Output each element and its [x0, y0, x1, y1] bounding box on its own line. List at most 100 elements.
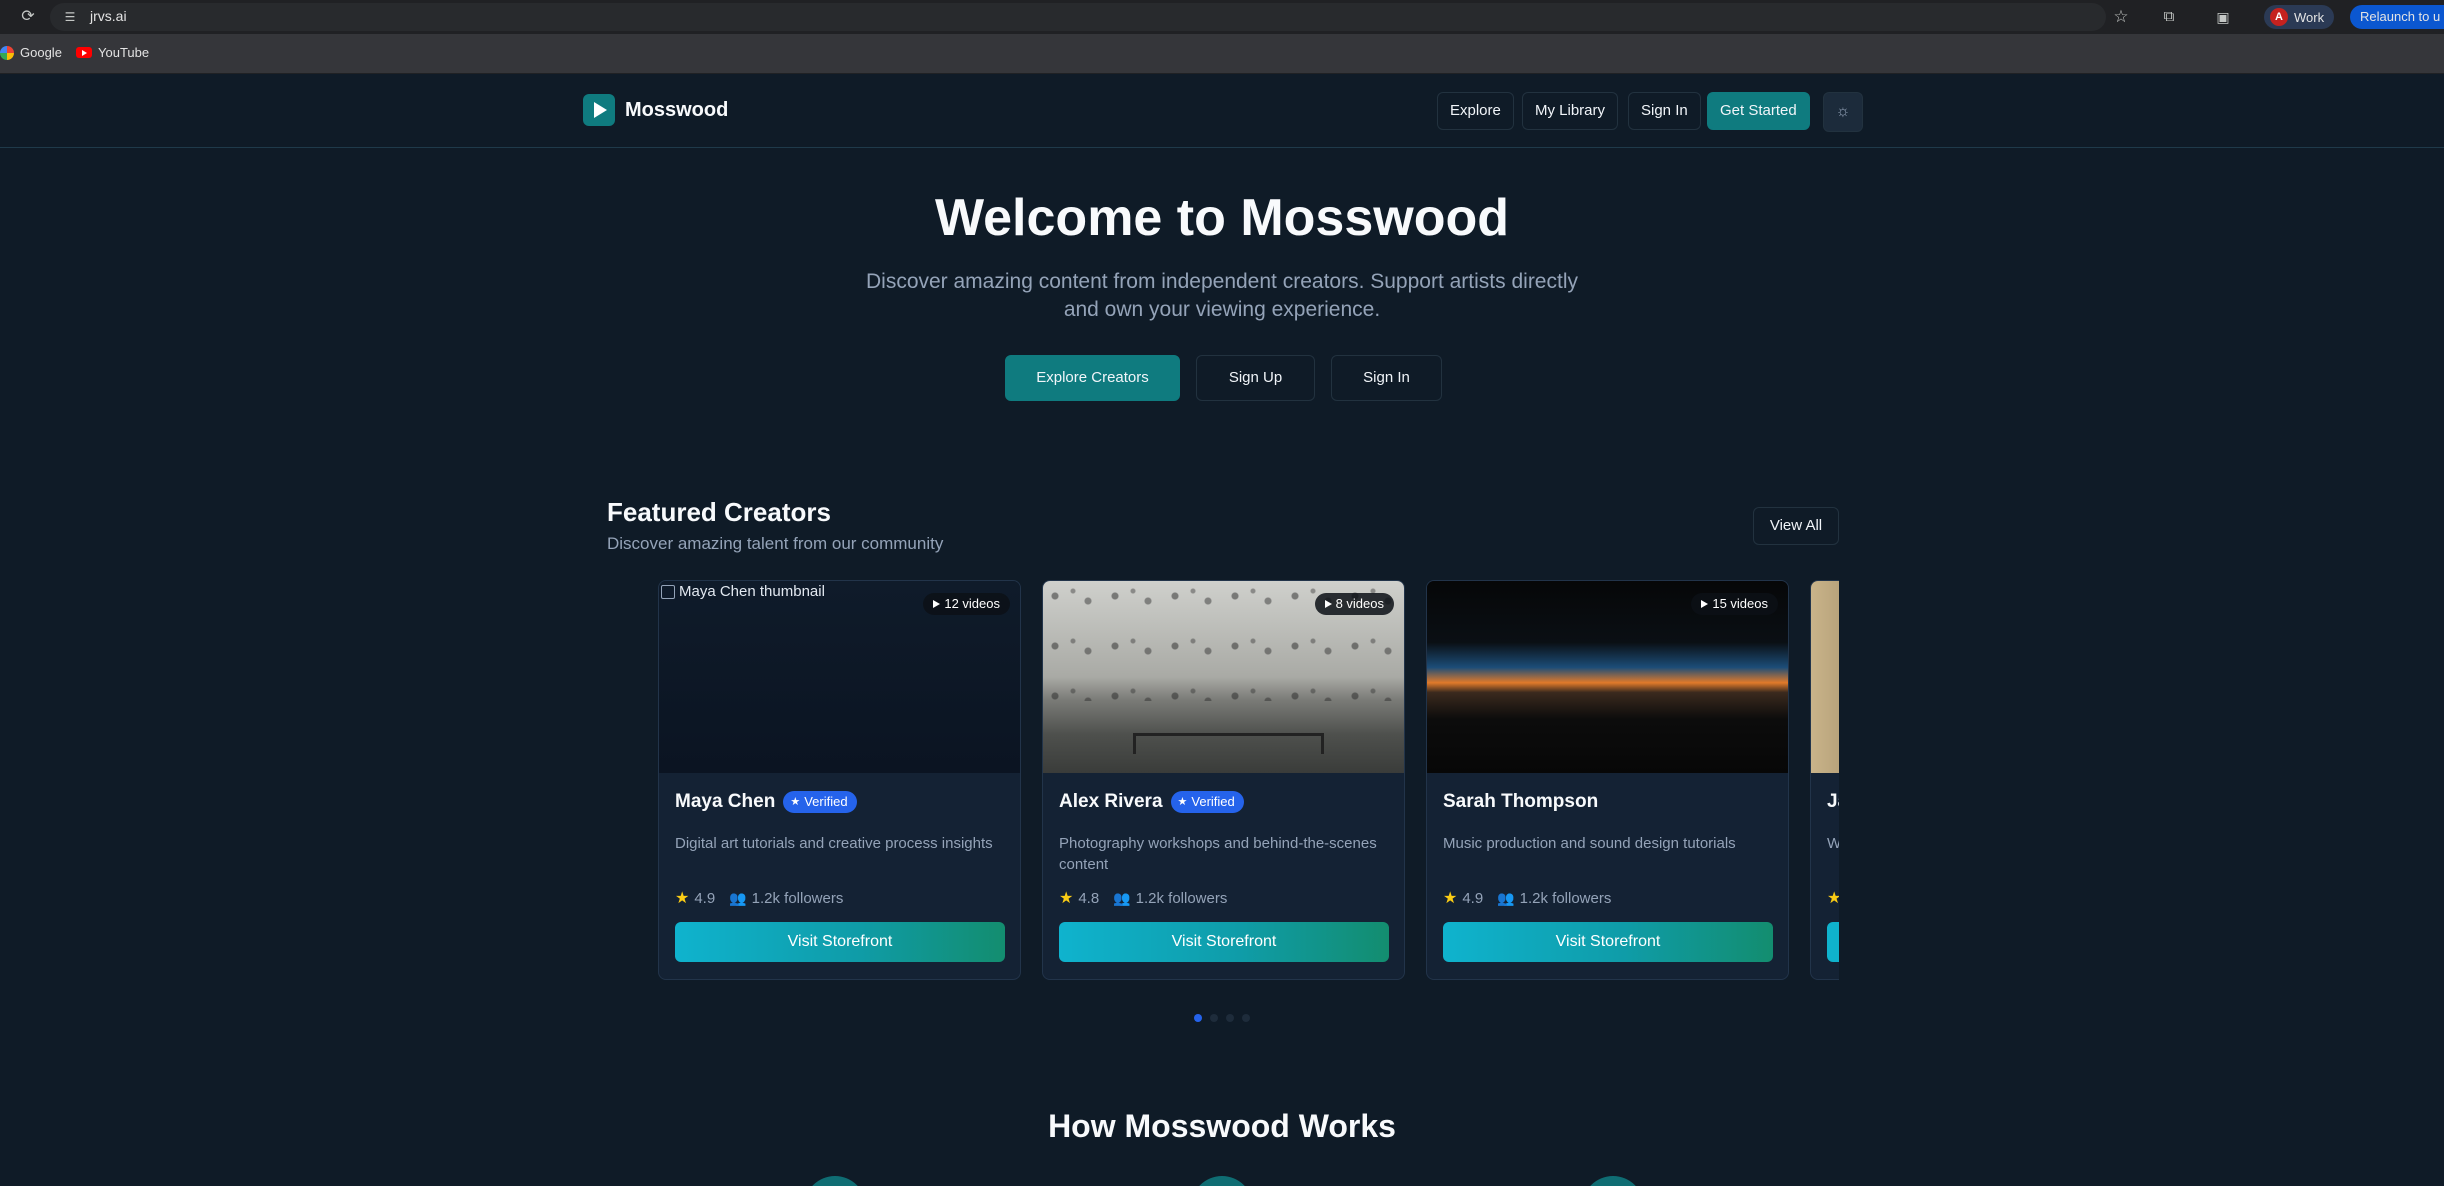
- explore-creators-button[interactable]: Explore Creators: [1005, 355, 1180, 401]
- reload-icon[interactable]: ⟳: [18, 7, 38, 27]
- video-count: 8 videos: [1335, 596, 1384, 611]
- sun-icon: ☼: [1835, 103, 1851, 120]
- bookmark-google[interactable]: Google: [0, 45, 62, 60]
- creator-stats: ★ 4.9 👥 1.2k followers: [675, 888, 843, 908]
- thumbnail-alt-label: Maya Chen thumbnail: [679, 583, 825, 600]
- verified-badge: ★ Verified: [1170, 791, 1244, 813]
- step-icon-circle: [804, 1176, 866, 1186]
- creator-card: Maya Chen thumbnail 12 videos Maya Chen …: [658, 580, 1021, 980]
- step-icon-circle: [1582, 1176, 1644, 1186]
- creator-thumbnail[interactable]: [1811, 581, 1839, 773]
- creators-carousel[interactable]: Maya Chen thumbnail 12 videos Maya Chen …: [658, 580, 1839, 980]
- thumbnail-alt-text: Maya Chen thumbnail: [661, 583, 825, 600]
- step-icon-circle: [1191, 1176, 1253, 1186]
- creator-stats: ★: [1827, 888, 1839, 908]
- video-count-badge: 15 videos: [1691, 593, 1778, 615]
- visit-storefront-button[interactable]: Visit Storefront: [1443, 922, 1773, 962]
- carousel-dot[interactable]: [1210, 1014, 1218, 1022]
- hero-sign-in-button[interactable]: Sign In: [1331, 355, 1442, 401]
- play-logo-icon: [583, 94, 615, 126]
- carousel-dot[interactable]: [1242, 1014, 1250, 1022]
- extensions-icon[interactable]: ⧉: [2158, 6, 2180, 28]
- site-info-icon[interactable]: ☰: [62, 9, 78, 25]
- hero-title: Welcome to Mosswood: [935, 189, 1509, 247]
- theme-toggle-button[interactable]: ☼: [1823, 92, 1863, 132]
- profile-avatar: A: [2270, 8, 2288, 26]
- play-icon: [1701, 600, 1709, 608]
- creator-card: Ja W ★: [1810, 580, 1839, 980]
- play-icon: [933, 600, 941, 608]
- creator-followers: 1.2k followers: [1135, 889, 1228, 907]
- rating-star-icon: ★: [1059, 890, 1074, 907]
- brand-logo[interactable]: Mosswood: [583, 94, 728, 126]
- creator-rating: 4.8: [1078, 889, 1100, 907]
- creator-thumbnail[interactable]: 15 videos: [1427, 581, 1788, 773]
- sign-up-button[interactable]: Sign Up: [1196, 355, 1315, 401]
- creator-thumbnail[interactable]: Maya Chen thumbnail 12 videos: [659, 581, 1020, 773]
- relaunch-button[interactable]: Relaunch to u: [2350, 5, 2444, 29]
- creator-rating: 4.9: [694, 889, 716, 907]
- creator-thumbnail[interactable]: 8 videos: [1043, 581, 1404, 773]
- verified-label: Verified: [804, 794, 848, 809]
- visit-storefront-button[interactable]: Visit Storefront: [675, 922, 1005, 962]
- creator-name: Ja: [1827, 791, 1839, 812]
- site-header: Mosswood Explore My Library Sign In Get …: [0, 74, 2444, 148]
- hero-subtitle: Discover amazing content from independen…: [865, 270, 1578, 321]
- featured-creators-subtitle: Discover amazing talent from our communi…: [607, 534, 944, 553]
- address-bar[interactable]: [50, 3, 2106, 31]
- rating-star-icon: ★: [1827, 888, 1839, 908]
- video-count-badge: 8 videos: [1314, 593, 1394, 615]
- video-count-badge: 12 videos: [923, 593, 1010, 615]
- featured-creators-title: Featured Creators: [607, 497, 831, 527]
- creator-name: Maya Chen: [675, 791, 776, 812]
- browser-toolbar: ⟳ ☰ jrvs.ai ☆ ⧉ ▣ A Work Relaunch to u: [0, 0, 2444, 34]
- creator-rating: 4.9: [1462, 889, 1484, 907]
- google-icon: [0, 45, 14, 60]
- creator-name: Alex Rivera: [1059, 791, 1163, 812]
- youtube-icon: [76, 47, 92, 58]
- visit-storefront-button[interactable]: Visit Storefront: [1059, 922, 1389, 962]
- rating-star-icon: ★: [1443, 890, 1458, 907]
- visit-storefront-button[interactable]: [1827, 922, 1839, 962]
- creator-description: Photography workshops and behind-the-sce…: [1059, 835, 1377, 873]
- video-count: 12 videos: [944, 596, 1000, 611]
- followers-icon: 👥: [1113, 889, 1131, 906]
- creator-stats: ★ 4.8 👥 1.2k followers: [1059, 888, 1227, 908]
- creator-followers: 1.2k followers: [751, 889, 844, 907]
- nav-my-library-button[interactable]: My Library: [1522, 92, 1619, 130]
- rating-star-icon: ★: [675, 890, 690, 907]
- creator-stats: ★ 4.9 👥 1.2k followers: [1443, 888, 1611, 908]
- view-all-button[interactable]: View All: [1753, 507, 1839, 545]
- bookmark-label: Google: [20, 45, 62, 60]
- play-icon: [1324, 600, 1332, 608]
- nav-explore-button[interactable]: Explore: [1437, 92, 1514, 130]
- brand-name: Mosswood: [625, 98, 729, 121]
- nav-sign-in-button[interactable]: Sign In: [1628, 92, 1701, 130]
- carousel-dot[interactable]: [1226, 1014, 1234, 1022]
- followers-icon: 👥: [1497, 889, 1515, 906]
- bookmarks-bar: Google YouTube: [0, 34, 2444, 74]
- broken-image-icon: [661, 584, 675, 599]
- get-started-button[interactable]: Get Started: [1707, 92, 1810, 130]
- profile-button[interactable]: A Work: [2264, 5, 2335, 29]
- profile-label: Work: [2294, 9, 2325, 25]
- bookmark-label: YouTube: [98, 45, 150, 60]
- creator-card: 8 videos Alex Rivera ★ Verified Photogra…: [1042, 580, 1405, 980]
- carousel-pagination: [1194, 1014, 1250, 1022]
- tab-search-icon[interactable]: ▣: [2212, 6, 2234, 28]
- creator-card: 15 videos Sarah Thompson Music productio…: [1426, 580, 1789, 980]
- how-it-works-title: How Mosswood Works: [1048, 1108, 1396, 1144]
- creator-name: Sarah Thompson: [1443, 791, 1599, 812]
- video-count: 15 videos: [1712, 596, 1768, 611]
- creator-description: Digital art tutorials and creative proce…: [675, 835, 993, 852]
- verified-label: Verified: [1191, 794, 1235, 809]
- bookmark-youtube[interactable]: YouTube: [76, 45, 149, 60]
- followers-icon: 👥: [729, 889, 747, 906]
- url-text[interactable]: jrvs.ai: [90, 8, 127, 24]
- verified-badge: ★ Verified: [783, 791, 857, 813]
- creator-description: Music production and sound design tutori…: [1443, 835, 1736, 852]
- bookmark-star-icon[interactable]: ☆: [2110, 6, 2132, 28]
- creator-description: W: [1827, 833, 1839, 854]
- star-icon: ★: [790, 796, 801, 808]
- carousel-dot[interactable]: [1194, 1014, 1202, 1022]
